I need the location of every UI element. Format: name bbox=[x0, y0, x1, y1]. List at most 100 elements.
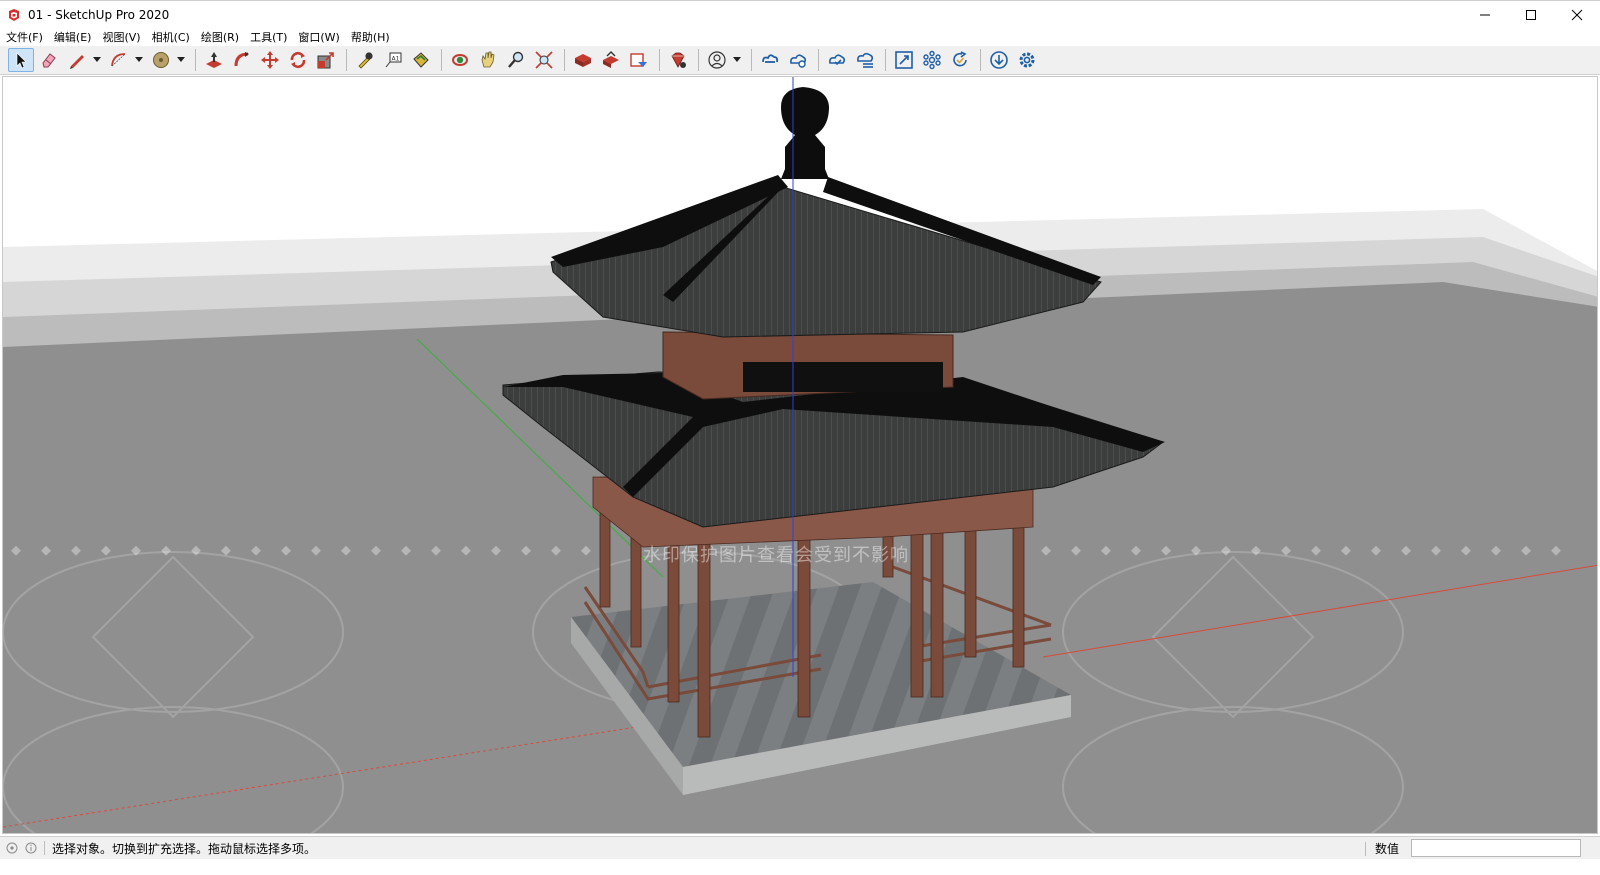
window-title: 01 - SketchUp Pro 2020 bbox=[28, 7, 170, 22]
network-icon bbox=[923, 50, 941, 70]
toolbar-separator bbox=[698, 49, 699, 71]
push-pull-icon bbox=[206, 52, 222, 68]
toolbar-separator bbox=[195, 49, 196, 71]
menu-file[interactable]: 文件(F) bbox=[6, 29, 43, 45]
download-button[interactable] bbox=[986, 48, 1012, 72]
geolocation-button[interactable] bbox=[5, 841, 19, 855]
info-button[interactable] bbox=[24, 841, 38, 855]
tape-measure-icon bbox=[358, 52, 373, 69]
account-icon bbox=[708, 51, 726, 69]
sketchup-logo-icon bbox=[9, 8, 19, 21]
svg-text:A1: A1 bbox=[392, 56, 400, 63]
chevron-down-icon bbox=[135, 57, 143, 62]
toolbar-separator bbox=[346, 49, 347, 71]
close-icon bbox=[1571, 9, 1583, 21]
geolocation-icon bbox=[6, 842, 18, 854]
paint-icon bbox=[153, 52, 169, 68]
scale-tool-button[interactable] bbox=[313, 48, 339, 72]
arc-tool-dropdown[interactable] bbox=[134, 48, 144, 72]
trimble-sync-button[interactable] bbox=[785, 48, 811, 72]
line-tool-dropdown[interactable] bbox=[92, 48, 102, 72]
line-icon bbox=[70, 55, 84, 69]
toolbar-separator bbox=[659, 49, 660, 71]
push-pull-tool-button[interactable] bbox=[201, 48, 227, 72]
menu-tools[interactable]: 工具(T) bbox=[250, 29, 287, 45]
settings-button[interactable] bbox=[1014, 48, 1040, 72]
eraser-icon bbox=[42, 53, 56, 68]
paint-bucket-icon bbox=[413, 52, 429, 68]
measure-separator bbox=[1365, 842, 1366, 856]
cloud-collab-button[interactable] bbox=[852, 48, 878, 72]
measurements-input[interactable] bbox=[1411, 839, 1581, 857]
select-tool-button[interactable] bbox=[8, 48, 34, 72]
fit-view-button[interactable] bbox=[891, 48, 917, 72]
trimble-connect-button[interactable] bbox=[757, 48, 783, 72]
pan-tool-button[interactable] bbox=[475, 48, 501, 72]
shape-tool-dropdown[interactable] bbox=[176, 48, 186, 72]
watermark-text: 水印保护图片查看会受到不影响 bbox=[643, 545, 909, 566]
follow-me-tool-button[interactable] bbox=[229, 48, 255, 72]
orbit-tool-button[interactable] bbox=[447, 48, 473, 72]
zoom-tool-button[interactable] bbox=[503, 48, 529, 72]
toolbar-separator bbox=[885, 49, 886, 71]
close-button[interactable] bbox=[1554, 1, 1600, 29]
minimize-icon bbox=[1480, 14, 1490, 16]
layout-icon bbox=[630, 53, 647, 67]
menu-edit[interactable]: 编辑(E) bbox=[54, 29, 92, 45]
pavilion-model[interactable] bbox=[3, 77, 1598, 834]
menu-draw[interactable]: 绘图(R) bbox=[201, 29, 239, 45]
toolbar: A1 bbox=[0, 46, 1600, 75]
maximize-icon bbox=[1526, 10, 1536, 20]
maximize-button[interactable] bbox=[1508, 1, 1554, 29]
shape-tool-button[interactable] bbox=[148, 48, 174, 72]
extension-warehouse-button[interactable] bbox=[665, 48, 691, 72]
menu-camera[interactable]: 相机(C) bbox=[152, 29, 190, 45]
eraser-tool-button[interactable] bbox=[36, 48, 62, 72]
menu-help[interactable]: 帮助(H) bbox=[351, 29, 390, 45]
account-dropdown[interactable] bbox=[732, 48, 742, 72]
orbit-icon bbox=[452, 54, 468, 66]
rotate-tool-button[interactable] bbox=[285, 48, 311, 72]
3d-warehouse-button[interactable] bbox=[570, 48, 596, 72]
arc-tool-button[interactable] bbox=[106, 48, 132, 72]
network-button[interactable] bbox=[919, 48, 945, 72]
toolbar-separator bbox=[441, 49, 442, 71]
toolbar-separator bbox=[751, 49, 752, 71]
settings-icon bbox=[1019, 52, 1035, 68]
line-tool-button[interactable] bbox=[64, 48, 90, 72]
menu-window[interactable]: 窗口(W) bbox=[298, 29, 339, 45]
pan-icon bbox=[481, 51, 495, 68]
refresh-check-button[interactable] bbox=[947, 48, 973, 72]
cloud-upload-icon bbox=[829, 54, 846, 66]
account-button[interactable] bbox=[704, 48, 730, 72]
select-icon bbox=[16, 52, 27, 69]
rotate-icon bbox=[290, 51, 306, 69]
cloud-collab-icon bbox=[857, 52, 874, 68]
model-viewport[interactable]: 水印保护图片查看会受到不影响 bbox=[2, 76, 1598, 834]
toolbar-separator bbox=[564, 49, 565, 71]
status-message: 选择对象。切换到扩充选择。拖动鼠标选择多项。 bbox=[52, 841, 317, 856]
share-model-button[interactable] bbox=[598, 48, 624, 72]
status-bar: 选择对象。切换到扩充选择。拖动鼠标选择多项。 数值 bbox=[0, 836, 1600, 859]
paint-bucket-tool-button[interactable] bbox=[408, 48, 434, 72]
refresh-check-icon bbox=[953, 51, 967, 67]
cloud-upload-button[interactable] bbox=[824, 48, 850, 72]
trimble-sync-icon bbox=[790, 54, 807, 68]
download-icon bbox=[990, 51, 1008, 69]
upper-opening bbox=[743, 362, 943, 392]
toolbar-separator bbox=[980, 49, 981, 71]
menu-view[interactable]: 视图(V) bbox=[102, 29, 140, 45]
zoom-extents-icon bbox=[535, 51, 553, 69]
move-tool-button[interactable] bbox=[257, 48, 283, 72]
minimize-button[interactable] bbox=[1462, 1, 1508, 29]
layout-button[interactable] bbox=[626, 48, 652, 72]
chevron-down-icon bbox=[177, 57, 185, 62]
chevron-down-icon bbox=[733, 57, 741, 62]
move-icon bbox=[261, 51, 279, 69]
chevron-down-icon bbox=[93, 57, 101, 62]
scale-icon bbox=[317, 52, 334, 69]
zoom-extents-tool-button[interactable] bbox=[531, 48, 557, 72]
tape-measure-tool-button[interactable] bbox=[352, 48, 378, 72]
text-tool-button[interactable]: A1 bbox=[380, 48, 406, 72]
zoom-icon bbox=[508, 51, 524, 68]
